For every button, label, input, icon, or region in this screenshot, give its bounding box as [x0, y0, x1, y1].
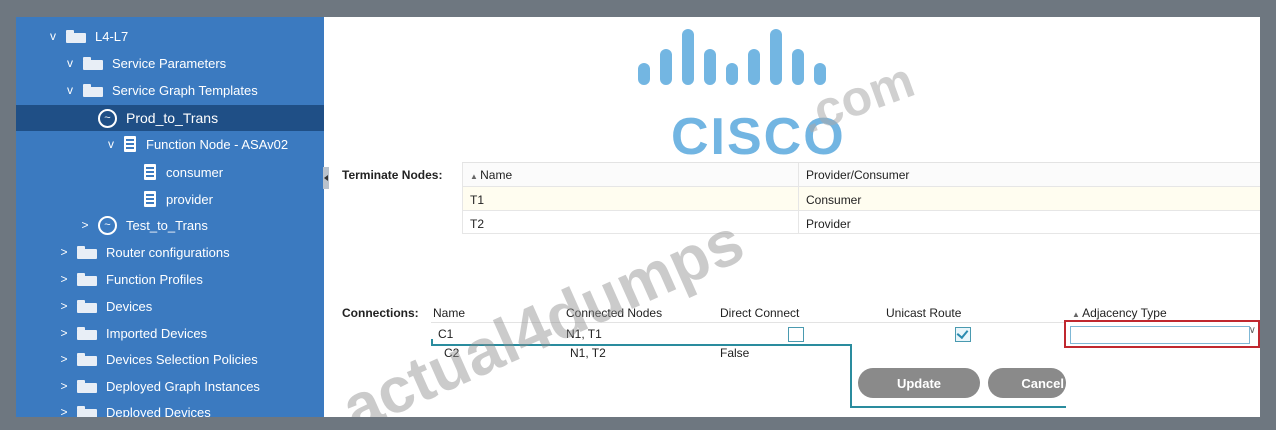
tree-item-label: Router configurations — [106, 244, 230, 260]
document-icon — [144, 191, 156, 207]
sort-ascending-icon: ▲ — [1072, 310, 1083, 319]
column-header-name[interactable]: ▲ Name — [470, 168, 512, 182]
chevron-right-icon[interactable]: > — [57, 299, 71, 313]
tree-item-l4-l7[interactable]: v L4-L7 — [16, 24, 324, 48]
tree-item-label: Function Node - ASAv02 — [146, 136, 289, 152]
adjacency-type-input[interactable] — [1070, 326, 1250, 344]
tree-item-label: L4-L7 — [95, 28, 129, 44]
chevron-right-icon[interactable]: > — [78, 218, 92, 232]
chevron-right-icon[interactable]: > — [57, 245, 71, 259]
folder-icon — [77, 245, 97, 259]
tree-item-label: Test_to_Trans — [126, 217, 208, 233]
folder-icon — [77, 405, 97, 417]
chevron-right-icon[interactable]: > — [57, 352, 71, 366]
chevron-down-icon[interactable]: v — [46, 29, 60, 43]
folder-icon — [77, 352, 97, 366]
tree-item-function-node[interactable]: v Function Node - ASAv02 — [16, 132, 324, 156]
folder-icon — [83, 83, 103, 97]
chevron-right-icon[interactable]: > — [57, 379, 71, 393]
service-graph-icon: ~ — [98, 215, 117, 235]
tree-item-label: Function Profiles — [106, 271, 203, 287]
tree-item-label: Devices Selection Policies — [106, 351, 258, 367]
navigation-tree: v L4-L7 v Service Parameters v Service G… — [16, 17, 324, 417]
table-divider — [798, 163, 799, 233]
column-header-name[interactable]: Name — [433, 306, 465, 320]
table-divider — [462, 163, 463, 233]
sort-ascending-icon: ▲ — [470, 172, 481, 181]
column-header-provider-consumer[interactable]: Provider/Consumer — [806, 168, 909, 182]
tree-item-router-configurations[interactable]: > Router configurations — [16, 240, 324, 264]
tree-item-function-profiles[interactable]: > Function Profiles — [16, 267, 324, 291]
tree-item-label: Service Parameters — [112, 55, 227, 71]
tree-item-test-to-trans[interactable]: > ~ Test_to_Trans — [16, 213, 324, 237]
cell-role: Consumer — [806, 193, 862, 207]
tree-item-devices-selection-policies[interactable]: > Devices Selection Policies — [16, 347, 324, 371]
tree-item-deployed-graph-instances[interactable]: > Deployed Graph Instances — [16, 374, 324, 398]
tree-item-label: Imported Devices — [106, 325, 208, 341]
chevron-down-icon[interactable]: v — [104, 137, 118, 151]
column-header-unicast-route[interactable]: Unicast Route — [886, 306, 961, 320]
column-header-adjacency-type[interactable]: ▲ Adjacency Type — [1072, 306, 1167, 320]
tree-item-label: Deployed Graph Instances — [106, 378, 260, 394]
folder-icon — [77, 326, 97, 340]
cell-name: T2 — [470, 217, 485, 231]
adjacency-type-select[interactable]: ∨ — [1064, 320, 1260, 348]
sidebar-collapse-handle[interactable] — [323, 167, 329, 189]
cell-name: T1 — [470, 193, 485, 207]
tree-item-service-graph-templates[interactable]: v Service Graph Templates — [16, 78, 324, 102]
tree-item-label: Devices — [106, 298, 153, 314]
tree-item-provider[interactable]: provider — [16, 187, 324, 211]
tree-item-service-parameters[interactable]: v Service Parameters — [16, 51, 324, 75]
folder-icon — [77, 272, 97, 286]
tree-item-label: Deployed Devices — [106, 404, 211, 418]
edit-row-outline — [850, 344, 852, 408]
tree-item-prod-to-trans[interactable]: ~ Prod_to_Trans — [16, 105, 324, 131]
cancel-button[interactable]: Cancel — [988, 368, 1066, 398]
document-icon — [124, 136, 136, 152]
terminate-nodes-label: Terminate Nodes: — [342, 168, 443, 182]
tree-item-label: Service Graph Templates — [112, 82, 258, 98]
unicast-route-checkbox[interactable] — [955, 327, 971, 342]
update-button[interactable]: Update — [858, 368, 980, 398]
column-header-direct-connect[interactable]: Direct Connect — [720, 306, 799, 320]
tree-item-deployed-devices[interactable]: > Deployed Devices — [16, 400, 324, 417]
edit-row-outline — [850, 406, 1066, 408]
table-row[interactable] — [462, 210, 1260, 234]
tree-item-label: Prod_to_Trans — [126, 110, 219, 126]
tree-item-consumer[interactable]: consumer — [16, 160, 324, 184]
cell-role: Provider — [806, 217, 851, 231]
direct-connect-checkbox[interactable] — [788, 327, 804, 342]
document-icon — [144, 164, 156, 180]
app-frame: v L4-L7 v Service Parameters v Service G… — [16, 17, 1260, 417]
folder-icon — [83, 56, 103, 70]
chevron-down-icon[interactable]: v — [63, 56, 77, 70]
service-graph-icon: ~ — [98, 108, 117, 128]
cell-direct-connect: False — [720, 346, 750, 360]
chevron-down-icon[interactable]: v — [63, 83, 77, 97]
chevron-right-icon[interactable]: > — [57, 405, 71, 417]
folder-icon — [77, 299, 97, 313]
chevron-right-icon[interactable]: > — [57, 272, 71, 286]
chevron-right-icon[interactable]: > — [57, 326, 71, 340]
chevron-down-icon[interactable]: ∨ — [1249, 325, 1256, 336]
tree-item-label: provider — [166, 191, 213, 207]
tree-item-label: consumer — [166, 164, 224, 180]
tree-item-devices[interactable]: > Devices — [16, 294, 324, 318]
connections-label: Connections: — [342, 306, 419, 320]
tree-item-imported-devices[interactable]: > Imported Devices — [16, 321, 324, 345]
folder-icon — [66, 29, 86, 43]
folder-icon — [77, 379, 97, 393]
